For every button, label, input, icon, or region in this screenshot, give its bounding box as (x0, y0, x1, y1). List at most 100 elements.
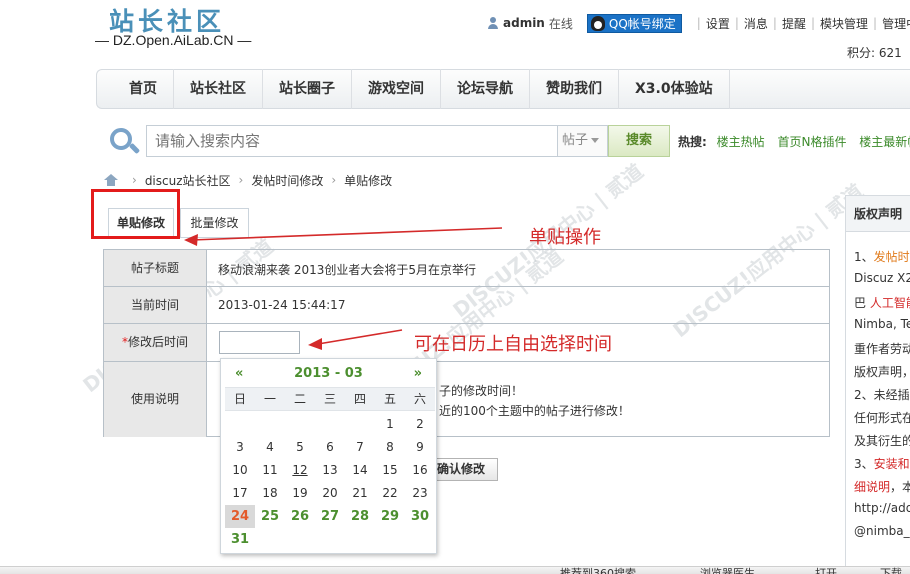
calendar-day[interactable]: 28 (345, 505, 375, 528)
sidebar-line: 及其衍生的 (854, 434, 910, 448)
arrowhead-input (308, 338, 322, 350)
calendar-day[interactable]: 8 (375, 436, 405, 459)
calendar-day[interactable]: 7 (345, 436, 375, 459)
calendar-month-header[interactable]: 2013 - 03 (221, 363, 436, 385)
calendar-day[interactable]: 20 (315, 482, 345, 505)
calendar-day[interactable]: 14 (345, 459, 375, 482)
calendar-day[interactable]: 24 (225, 505, 255, 528)
calendar-day[interactable]: 2 (405, 413, 435, 436)
online-status: 在线 (548, 16, 573, 31)
calendar-day[interactable]: 12 (285, 459, 315, 482)
calendar-day[interactable]: 31 (225, 528, 255, 551)
username-link[interactable]: admin (503, 16, 545, 30)
hot-link-3[interactable]: 楼主最新帖子 (859, 135, 910, 149)
messages-link[interactable]: 消息 (744, 15, 768, 32)
arrowhead-tab (184, 234, 198, 246)
calendar-day[interactable]: 4 (255, 436, 285, 459)
search-type-select[interactable]: 帖子 (557, 125, 608, 157)
calendar-day[interactable]: 25 (255, 505, 285, 528)
search-input[interactable] (146, 125, 558, 157)
nav-sponsor[interactable]: 赞助我们 (530, 69, 619, 109)
calendar-day[interactable]: 10 (225, 459, 255, 482)
sidebar-highlight-link[interactable]: 安装和使 (874, 457, 910, 471)
breadcrumb-current: 单贴修改 (344, 173, 393, 188)
admin-center-link[interactable]: 管理中心 (882, 15, 910, 32)
hot-link-1[interactable]: 楼主热帖 (717, 135, 765, 149)
instructions-line-1: 子的修改时间！ (439, 384, 524, 398)
sidebar-highlight-link[interactable]: 细说明 (854, 480, 890, 494)
breadcrumb: › discuz站长社区 › 发帖时间修改 › 单贴修改 (104, 171, 392, 189)
nav-forum-guide[interactable]: 论坛导航 (441, 69, 530, 109)
calendar-day[interactable]: 29 (375, 505, 405, 528)
calendar-day[interactable]: 15 (375, 459, 405, 482)
nav-x3[interactable]: X3.0体验站 (619, 69, 730, 109)
sidebar-line: 1、发帖时 (854, 250, 910, 264)
status-item-download[interactable]: 下载 (880, 567, 902, 574)
user-bar: admin 在线 QQ帐号绑定 | 设置 | 消息 | 提醒 | 模块管理 | … (487, 12, 910, 34)
hot-label: 热搜: (678, 135, 707, 149)
copyright-sidebar: 版权声明 1、发帖时 Discuz X2. 巴 人工智能 Nimba, Tea 重作者劳… (845, 195, 910, 574)
annotation-highlight-box (91, 189, 180, 239)
nav-games[interactable]: 游戏空间 (352, 69, 441, 109)
arrow-to-input (317, 329, 403, 345)
qq-bind-button[interactable]: QQ帐号绑定 (586, 13, 682, 33)
calendar-day[interactable]: 30 (405, 505, 435, 528)
sidebar-line: 重作者劳动 (854, 342, 910, 356)
calendar-day[interactable]: 9 (405, 436, 435, 459)
form-row-instructions: 使用说明 子的修改时间！ 近的100个主题中的帖子进行修改！ (104, 362, 829, 437)
search-icon (108, 127, 142, 157)
calendar-day[interactable]: 17 (225, 482, 255, 505)
calendar-weekday: 二 (293, 392, 306, 406)
credits[interactable]: 积分: 621 (847, 44, 902, 61)
calendar-day[interactable]: 21 (345, 482, 375, 505)
status-item-open[interactable]: 打开 (815, 567, 837, 574)
hot-link-2[interactable]: 首页N格插件 (777, 135, 846, 149)
calendar-day[interactable]: 13 (315, 459, 345, 482)
calendar-day[interactable]: 3 (225, 436, 255, 459)
status-item-360[interactable]: 推荐到360搜索 (560, 567, 636, 574)
sidebar-line: Discuz X2. (854, 271, 910, 285)
site-logo[interactable]: 站长社区 — DZ.Open.AiLab.CN — (95, 2, 265, 52)
status-item-doctor[interactable]: 浏览器医生 (700, 567, 755, 574)
calendar-weekday: 四 (353, 392, 366, 406)
calendar-day[interactable]: 22 (375, 482, 405, 505)
sidebar-highlight-link[interactable]: 发帖时 (874, 250, 910, 264)
arrow-to-tab (191, 227, 503, 241)
calendar-day[interactable]: 23 (405, 482, 435, 505)
sidebar-line: 任何形式在 (854, 411, 910, 425)
calendar-day[interactable]: 19 (285, 482, 315, 505)
sidebar-line: 2、未经插件 (854, 388, 910, 402)
search-button[interactable]: 搜索 (608, 125, 670, 157)
calendar-weekday: 三 (323, 392, 336, 406)
calendar-weekday-row: 日一二三四五六 (225, 387, 435, 411)
calendar-day[interactable]: 5 (285, 436, 315, 459)
calendar-weekday: 日 (233, 392, 246, 406)
hot-searches: 热搜: 楼主热帖 首页N格插件 楼主最新帖子 (678, 133, 910, 150)
calendar-day[interactable]: 26 (285, 505, 315, 528)
main-nav: 首页 站长社区 站长圈子 游戏空间 论坛导航 赞助我们 X3.0体验站 (96, 69, 910, 109)
calendar-day[interactable]: 6 (315, 436, 345, 459)
nav-circles[interactable]: 站长圈子 (263, 69, 352, 109)
calendar-day[interactable]: 16 (405, 459, 435, 482)
calendar-next-button[interactable]: » (414, 363, 422, 385)
calendar-day[interactable]: 18 (255, 482, 285, 505)
nav-home[interactable]: 首页 (97, 69, 174, 109)
calendar-day[interactable]: 27 (315, 505, 345, 528)
breadcrumb-community[interactable]: discuz站长社区 (145, 172, 231, 189)
sidebar-highlight-link[interactable]: 人工智能 (870, 296, 910, 310)
user-icon (487, 17, 499, 29)
nav-community[interactable]: 站长社区 (174, 69, 263, 109)
calendar-day[interactable]: 11 (255, 459, 285, 482)
breadcrumb-time-modify[interactable]: 发帖时间修改 (251, 172, 323, 189)
sidebar-title: 版权声明 (846, 196, 910, 232)
sidebar-line: http://addo (854, 501, 910, 515)
home-icon[interactable] (104, 174, 118, 186)
module-manage-link[interactable]: 模块管理 (820, 15, 868, 32)
calendar-prev-button[interactable]: « (235, 363, 243, 385)
sidebar-line: Nimba, Tea (854, 317, 910, 331)
notifications-link[interactable]: 提醒 (782, 15, 806, 32)
calendar-day[interactable]: 1 (375, 413, 405, 436)
instructions-label: 使用说明 (104, 362, 207, 437)
search-type-label: 帖子 (562, 133, 589, 148)
settings-link[interactable]: 设置 (706, 15, 730, 32)
